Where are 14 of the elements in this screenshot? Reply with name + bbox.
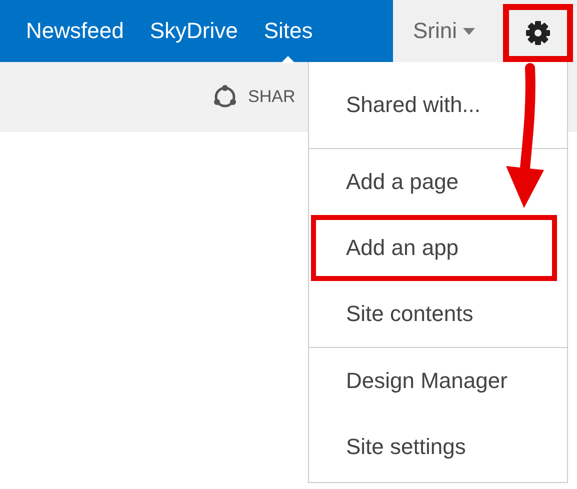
- share-icon: [212, 84, 238, 110]
- nav-tab[interactable]: Newsfeed: [26, 0, 124, 62]
- nav-tab[interactable]: Sites: [264, 0, 313, 62]
- settings-button[interactable]: [503, 4, 573, 62]
- menu-item[interactable]: Add an app: [311, 215, 557, 281]
- menu-item[interactable]: Design Manager: [311, 348, 565, 414]
- caret-icon: [463, 28, 476, 34]
- menu-item[interactable]: Site contents: [311, 281, 565, 347]
- menu-item[interactable]: Add a page: [311, 149, 565, 215]
- share-label[interactable]: SHAR: [248, 87, 296, 107]
- menu-item[interactable]: Shared with...: [311, 62, 565, 148]
- menu-item[interactable]: Site settings: [311, 414, 565, 480]
- nav-tab[interactable]: SkyDrive: [150, 0, 238, 62]
- user-menu-button[interactable]: Srini: [413, 18, 476, 44]
